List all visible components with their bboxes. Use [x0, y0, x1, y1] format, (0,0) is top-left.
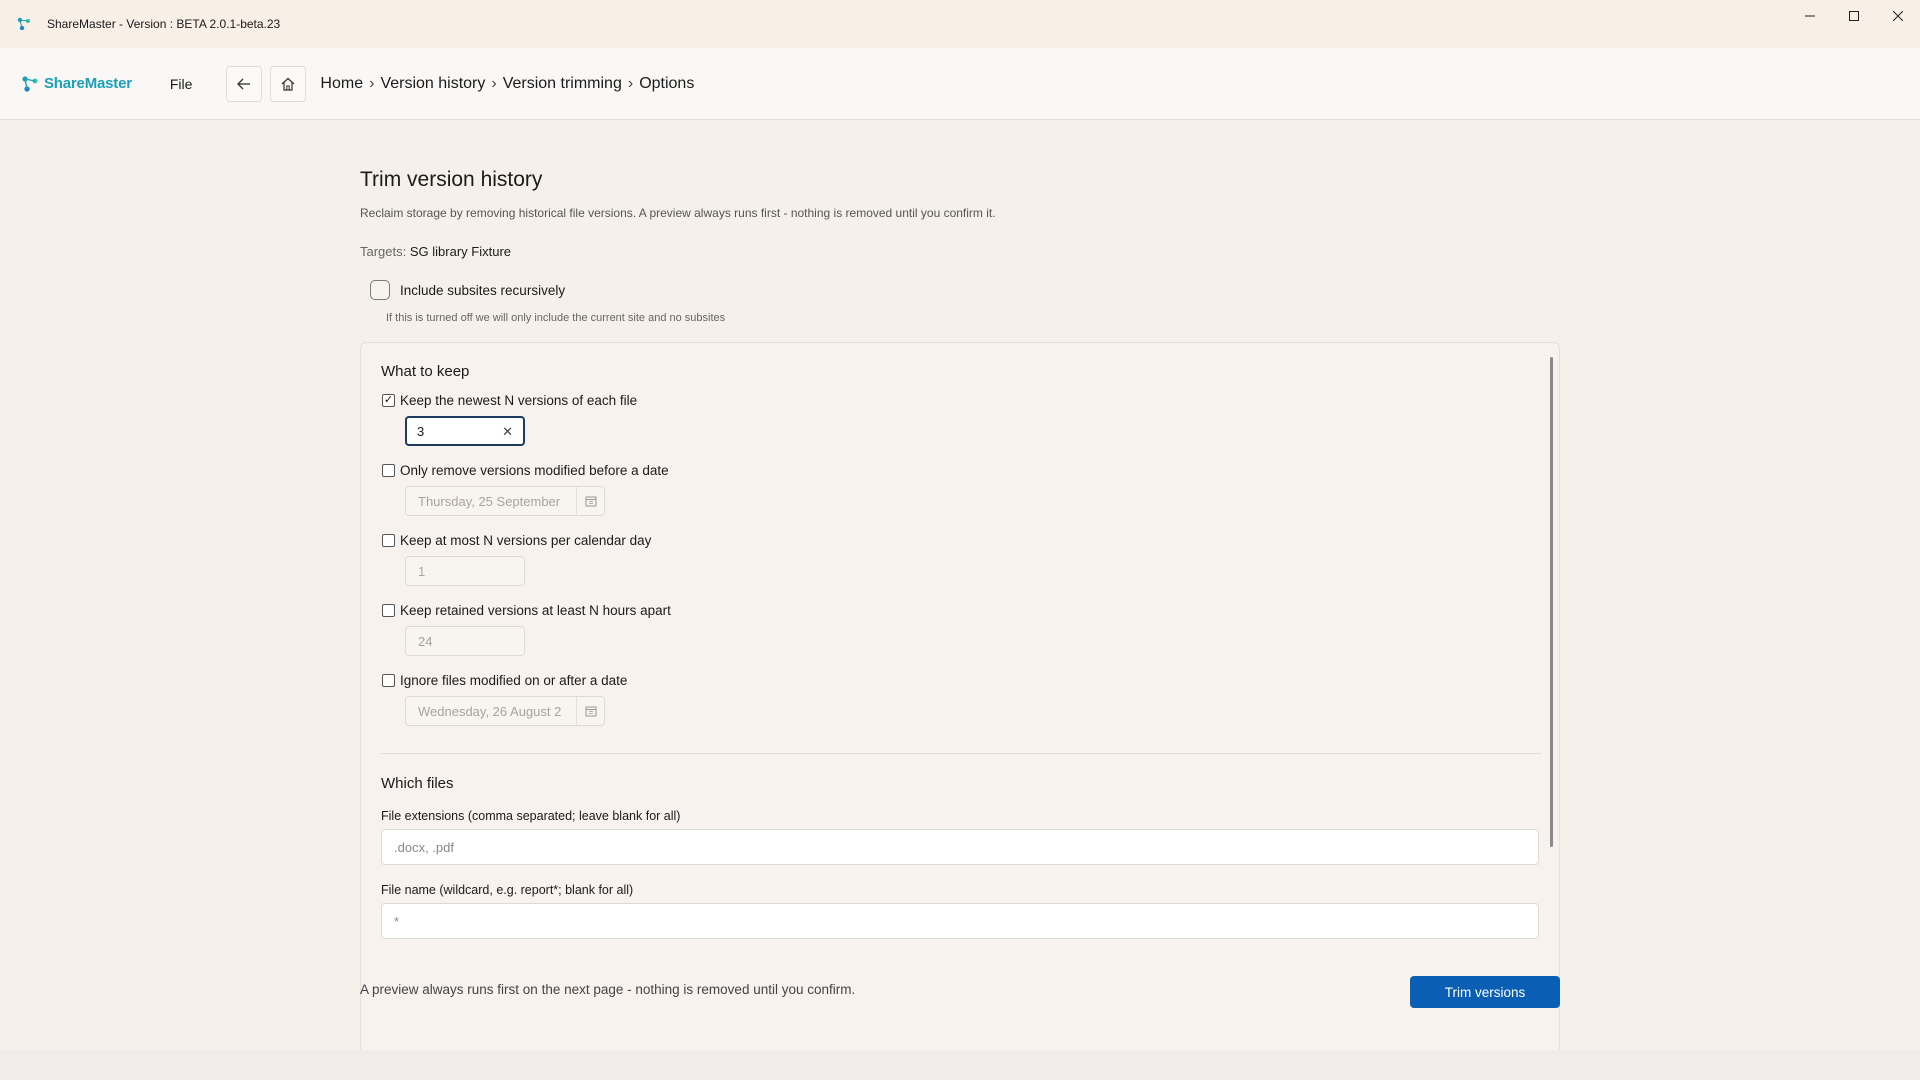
options-card: What to keep ✓ Keep the newest N version… — [360, 342, 1560, 1080]
hours-apart-checkbox[interactable] — [382, 604, 395, 617]
keep-newest-option[interactable]: ✓ Keep the newest N versions of each fil… — [382, 393, 637, 408]
file-menu[interactable]: File — [162, 70, 201, 98]
file-name-input[interactable]: * — [381, 903, 1539, 939]
page-title: Trim version history — [360, 168, 543, 191]
brand-name: ShareMaster — [44, 75, 132, 92]
breadcrumb-home[interactable]: Home — [318, 75, 365, 93]
breadcrumb-options: Options — [639, 74, 695, 92]
sharemaster-logo-icon — [22, 75, 38, 92]
nav-bar: ShareMaster File Home › Version history … — [0, 48, 1920, 120]
window-controls — [1788, 0, 1920, 32]
breadcrumb-version-history[interactable]: Version history — [378, 75, 487, 93]
remove-before-date-label: Only remove versions modified before a d… — [400, 463, 669, 478]
maximize-icon[interactable] — [1832, 0, 1876, 32]
file-extensions-label: File extensions (comma separated; leave … — [381, 809, 681, 823]
what-to-keep-heading: What to keep — [381, 363, 470, 380]
keep-newest-input[interactable]: 3 ✕ — [405, 416, 525, 446]
footer-note: A preview always runs first on the next … — [360, 982, 856, 997]
targets-value: SG library Fixture — [409, 244, 512, 259]
remove-before-date-checkbox[interactable] — [382, 464, 395, 477]
title-bar: ShareMaster - Version : BETA 2.0.1-beta.… — [0, 0, 1920, 48]
remove-before-date-option[interactable]: Only remove versions modified before a d… — [382, 463, 669, 478]
ignore-after-date-picker[interactable]: Wednesday, 26 August 2 — [405, 696, 605, 726]
which-files-heading: Which files — [381, 775, 454, 792]
ignore-after-date-checkbox[interactable] — [382, 674, 395, 687]
targets-line: Targets: SG library Fixture — [360, 244, 511, 259]
remove-before-date-value: Thursday, 25 September — [418, 493, 561, 509]
include-subsites-toggle[interactable]: Include subsites recursively — [370, 280, 565, 300]
brand-logo[interactable]: ShareMaster — [20, 74, 132, 94]
back-button[interactable] — [226, 65, 263, 102]
home-icon — [282, 77, 295, 91]
per-day-checkbox[interactable] — [382, 534, 395, 547]
keep-newest-value: 3 — [417, 423, 425, 439]
minimize-icon[interactable] — [1788, 0, 1832, 32]
page-description: Reclaim storage by removing historical f… — [360, 206, 996, 220]
calendar-icon[interactable] — [576, 697, 604, 725]
ignore-after-date-option[interactable]: Ignore files modified on or after a date — [382, 673, 627, 688]
bottom-strip — [0, 1050, 1920, 1080]
per-day-value: 1 — [418, 563, 426, 579]
per-day-input[interactable]: 1 — [405, 556, 525, 586]
file-name-value: * — [394, 913, 400, 929]
app-logo-icon — [17, 17, 30, 31]
trim-versions-button[interactable]: Trim versions — [1410, 976, 1560, 1008]
remove-before-date-picker[interactable]: Thursday, 25 September — [405, 486, 605, 516]
include-subsites-help: If this is turned off we will only inclu… — [386, 312, 726, 324]
arrow-left-icon — [237, 78, 251, 89]
breadcrumb-separator: › — [369, 74, 375, 92]
breadcrumb: Home › Version history › Version trimmin… — [318, 75, 696, 93]
ignore-after-date-label: Ignore files modified on or after a date — [400, 673, 628, 688]
vertical-scrollbar[interactable] — [1550, 357, 1553, 847]
breadcrumb-separator: › — [627, 74, 634, 92]
section-divider — [381, 753, 1541, 754]
include-subsites-label: Include subsites recursively — [400, 282, 566, 298]
per-day-label: Keep at most N versions per calendar day — [400, 533, 652, 548]
targets-label: Targets: — [360, 244, 407, 259]
keep-newest-checkbox[interactable]: ✓ — [382, 394, 395, 407]
per-day-option[interactable]: Keep at most N versions per calendar day — [382, 533, 651, 548]
file-extensions-input[interactable]: .docx, .pdf — [381, 829, 1539, 865]
ignore-after-date-value: Wednesday, 26 August 2 — [418, 703, 562, 719]
breadcrumb-separator: › — [491, 74, 497, 92]
hours-apart-label: Keep retained versions at least N hours … — [400, 603, 671, 618]
file-name-label: File name (wildcard, e.g. report*; blank… — [381, 883, 634, 897]
calendar-icon[interactable] — [576, 487, 604, 515]
window-title: ShareMaster - Version : BETA 2.0.1-beta.… — [47, 17, 281, 31]
home-button[interactable] — [270, 65, 307, 102]
keep-newest-label: Keep the newest N versions of each file — [400, 393, 638, 408]
hours-apart-value: 24 — [418, 633, 433, 649]
hours-apart-option[interactable]: Keep retained versions at least N hours … — [382, 603, 671, 618]
file-extensions-placeholder: .docx, .pdf — [394, 839, 454, 855]
close-icon[interactable] — [1876, 0, 1920, 32]
breadcrumb-version-trimming[interactable]: Version trimming — [501, 75, 624, 93]
include-subsites-checkbox[interactable] — [370, 280, 390, 300]
clear-icon[interactable]: ✕ — [502, 424, 513, 440]
hours-apart-input[interactable]: 24 — [405, 626, 525, 656]
